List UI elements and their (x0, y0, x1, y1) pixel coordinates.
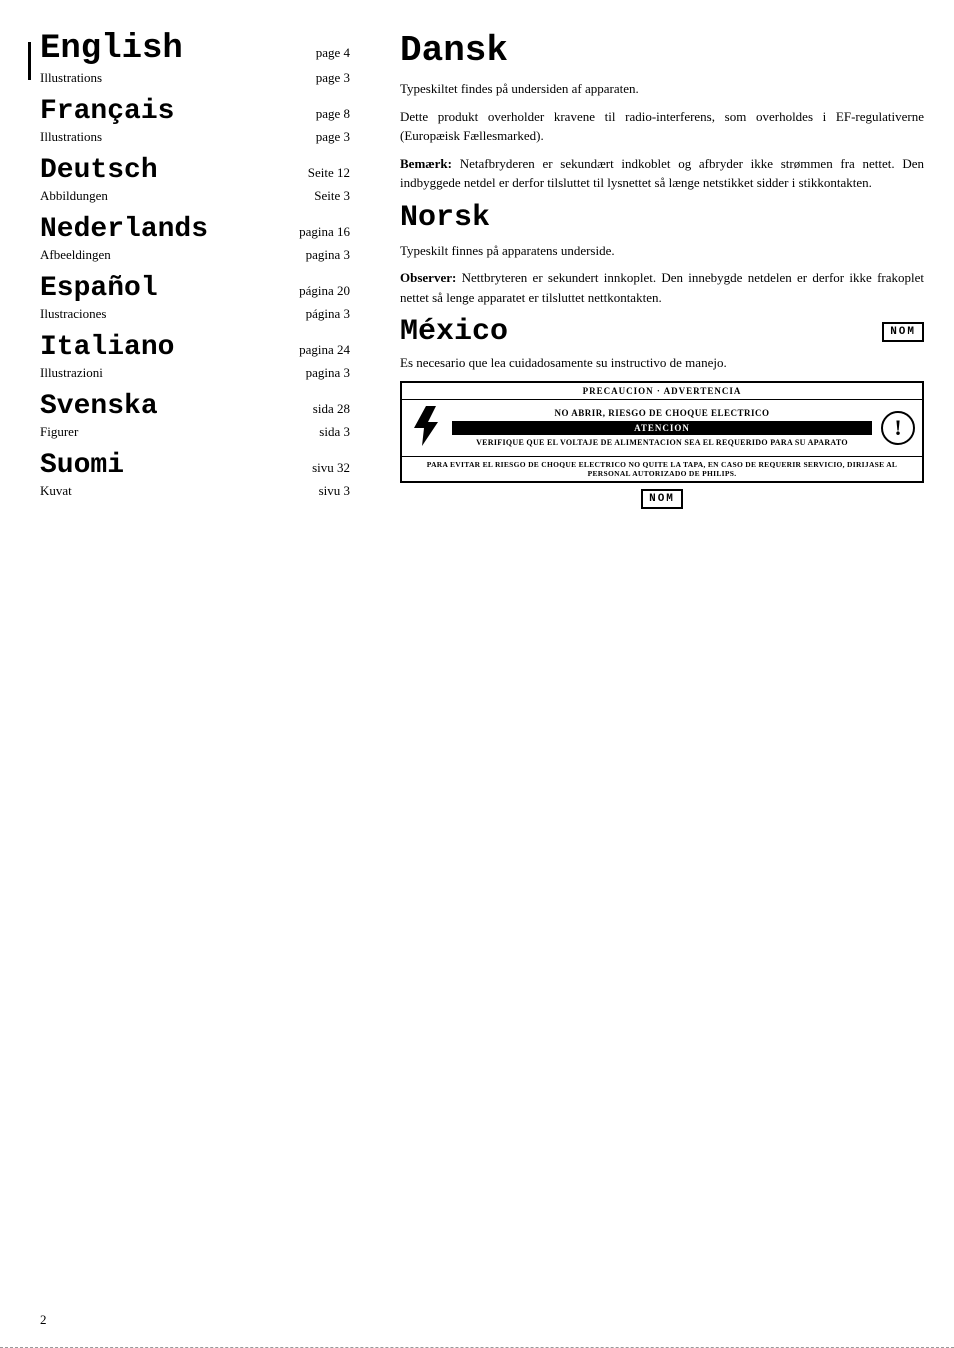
sub-row-espanol: Ilustraciones página 3 (40, 306, 360, 322)
sub-row-svenska: Figurer sida 3 (40, 424, 360, 440)
page-ref-francais: page 8 (270, 106, 360, 122)
dansk-para2: Dette produkt overholder kravene til rad… (400, 107, 924, 146)
lang-name-francais: Français (40, 96, 270, 127)
sub-ref-english: page 3 (270, 70, 360, 86)
warning-main-text: NO ABRIR, RIESGO DE CHOQUE ELECTRICO (452, 408, 872, 418)
lang-heading-english: English (40, 30, 183, 68)
language-entry-english: English page 4 Illustrations page 3 (40, 30, 360, 86)
sub-ref-suomi: sivu 3 (270, 483, 360, 499)
exclaim-icon-right: ! (878, 411, 918, 445)
sub-label-svenska: Figurer (40, 424, 78, 440)
heading-dansk: Dansk (400, 30, 924, 71)
language-entry-nederlands: Nederlands pagina 16 Afbeeldingen pagina… (40, 214, 360, 263)
lang-heading-deutsch: Deutsch (40, 155, 270, 186)
language-entry-deutsch: Deutsch Seite 12 Abbildungen Seite 3 (40, 155, 360, 204)
heading-mexico-row: México NOM (400, 315, 924, 349)
sub-label-deutsch: Abbildungen (40, 188, 108, 204)
lang-name-suomi: Suomi (40, 450, 270, 481)
lang-name-espanol: Español (40, 273, 270, 304)
norsk-para2-rest: Nettbryteren er sekundert innkoplet. Den… (400, 270, 924, 305)
heading-norsk: Norsk (400, 201, 924, 235)
sub-ref-deutsch: Seite 3 (270, 188, 360, 204)
heading-mexico: México (400, 315, 508, 349)
language-entry-italiano: Italiano pagina 24 Illustrazioni pagina … (40, 332, 360, 381)
lang-name-italiano: Italiano (40, 332, 270, 363)
lang-row-italiano: Italiano pagina 24 (40, 332, 360, 363)
sub-label-francais: Illustrations (40, 129, 102, 145)
norsk-para1: Typeskilt finnes på apparatens underside… (400, 241, 924, 261)
warning-atencion: ATENCION (452, 421, 872, 435)
page-ref-deutsch: Seite 12 (270, 165, 360, 181)
nom-badge-bottom: NOM (641, 489, 683, 509)
sub-label-espanol: Ilustraciones (40, 306, 106, 322)
page-content: English page 4 Illustrations page 3 Fran… (0, 0, 954, 1280)
lightning-icon-left (406, 404, 446, 452)
page-number: 2 (40, 1312, 47, 1328)
norsk-para2: Observer: Nettbryteren er sekundert innk… (400, 268, 924, 307)
lang-heading-italiano: Italiano (40, 332, 270, 363)
lang-name-english: English (40, 30, 270, 68)
sub-label-english: Illustrations (40, 70, 102, 86)
nom-badge-below: NOM (400, 489, 924, 505)
lang-row-svenska: Svenska sida 28 (40, 391, 360, 422)
lang-heading-nederlands: Nederlands (40, 214, 270, 245)
sub-row-english: Illustrations page 3 (40, 70, 360, 86)
mexico-para1: Es necesario que lea cuidadosamente su i… (400, 353, 924, 373)
sub-label-nederlands: Afbeeldingen (40, 247, 111, 263)
warning-header: PRECAUCION · ADVERTENCIA (402, 383, 922, 400)
sub-ref-espanol: página 3 (270, 306, 360, 322)
section-mexico: México NOM Es necesario que lea cuidados… (400, 315, 924, 505)
lang-row-espanol: Español página 20 (40, 273, 360, 304)
norsk-para2-bold: Observer: (400, 270, 456, 285)
warning-center-text: NO ABRIR, RIESGO DE CHOQUE ELECTRICO ATE… (452, 408, 872, 447)
left-column: English page 4 Illustrations page 3 Fran… (40, 30, 380, 1250)
right-column: Dansk Typeskiltet findes på undersiden a… (380, 30, 924, 1250)
page-ref-nederlands: pagina 16 (270, 224, 360, 240)
sub-row-nederlands: Afbeeldingen pagina 3 (40, 247, 360, 263)
lang-name-deutsch: Deutsch (40, 155, 270, 186)
sub-label-suomi: Kuvat (40, 483, 72, 499)
sub-ref-italiano: pagina 3 (270, 365, 360, 381)
page-ref-svenska: sida 28 (270, 401, 360, 417)
language-entry-espanol: Español página 20 Ilustraciones página 3 (40, 273, 360, 322)
lang-heading-svenska: Svenska (40, 391, 270, 422)
lang-row-francais: Français page 8 (40, 96, 360, 127)
sub-row-suomi: Kuvat sivu 3 (40, 483, 360, 499)
lang-row-nederlands: Nederlands pagina 16 (40, 214, 360, 245)
lang-heading-suomi: Suomi (40, 450, 270, 481)
page-ref-suomi: sivu 32 (270, 460, 360, 476)
warning-footer: PARA EVITAR EL RIESGO DE CHOQUE ELECTRIC… (402, 456, 922, 481)
sub-ref-svenska: sida 3 (270, 424, 360, 440)
lang-name-svenska: Svenska (40, 391, 270, 422)
sub-row-francais: Illustrations page 3 (40, 129, 360, 145)
sub-label-italiano: Illustrazioni (40, 365, 103, 381)
lang-heading-francais: Français (40, 96, 270, 127)
page-ref-italiano: pagina 24 (270, 342, 360, 358)
sub-row-italiano: Illustrazioni pagina 3 (40, 365, 360, 381)
dansk-para1: Typeskiltet findes på undersiden af appa… (400, 79, 924, 99)
lang-name-nederlands: Nederlands (40, 214, 270, 245)
page-ref-espanol: página 20 (270, 283, 360, 299)
dansk-para3-rest: Netafbryderen er sekundært indkoblet og … (400, 156, 924, 191)
sub-row-deutsch: Abbildungen Seite 3 (40, 188, 360, 204)
nom-badge-top: NOM (882, 322, 924, 342)
vertical-bar-decoration (28, 42, 31, 80)
section-dansk: Dansk Typeskiltet findes på undersiden a… (400, 30, 924, 193)
language-entry-francais: Français page 8 Illustrations page 3 (40, 96, 360, 145)
dansk-para3-bold: Bemærk: (400, 156, 452, 171)
sub-ref-nederlands: pagina 3 (270, 247, 360, 263)
warning-sub-text: VERIFIQUE QUE EL VOLTAJE DE ALIMENTACION… (452, 438, 872, 447)
lang-row-deutsch: Deutsch Seite 12 (40, 155, 360, 186)
section-norsk: Norsk Typeskilt finnes på apparatens und… (400, 201, 924, 308)
lang-heading-espanol: Español (40, 273, 270, 304)
page-ref-english: page 4 (270, 45, 360, 61)
warning-body: NO ABRIR, RIESGO DE CHOQUE ELECTRICO ATE… (402, 400, 922, 456)
language-entry-svenska: Svenska sida 28 Figurer sida 3 (40, 391, 360, 440)
warning-box: PRECAUCION · ADVERTENCIA NO ABRIR, RIESG… (400, 381, 924, 483)
lang-row-suomi: Suomi sivu 32 (40, 450, 360, 481)
language-entry-suomi: Suomi sivu 32 Kuvat sivu 3 (40, 450, 360, 499)
dansk-para3: Bemærk: Netafbryderen er sekundært indko… (400, 154, 924, 193)
sub-ref-francais: page 3 (270, 129, 360, 145)
lang-row-english: English page 4 (40, 30, 360, 68)
